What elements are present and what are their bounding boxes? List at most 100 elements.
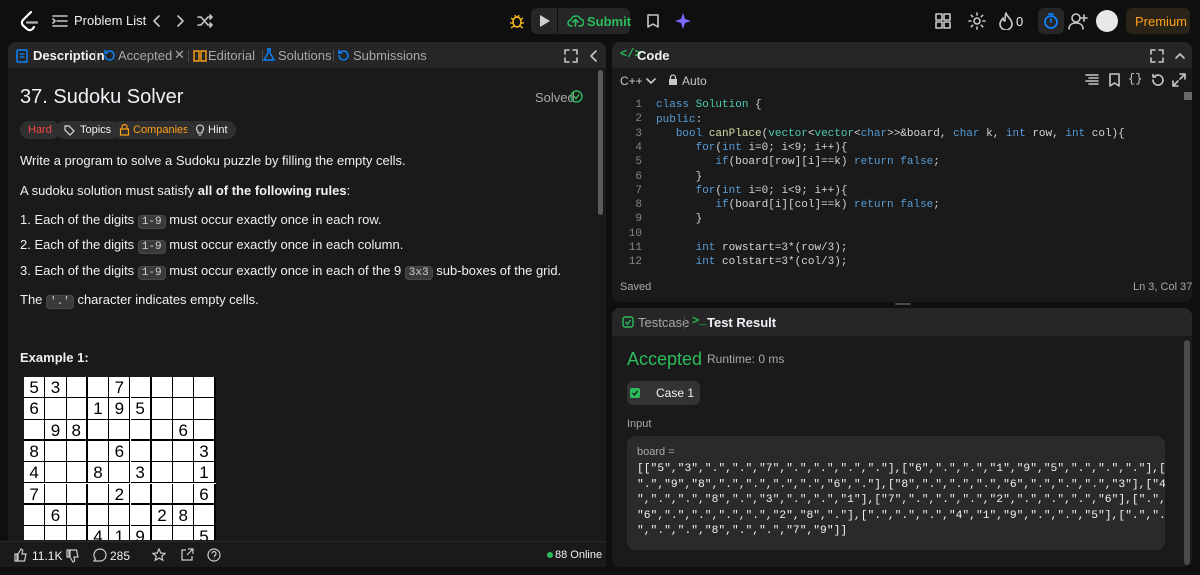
problem-list-icon[interactable] (52, 14, 68, 28)
sudoku-cell (173, 483, 195, 505)
sudoku-cell (151, 419, 174, 441)
expand-icon[interactable] (1172, 73, 1186, 87)
submit-button[interactable]: Submit (558, 8, 631, 34)
hint-tag[interactable]: Hint (187, 121, 236, 139)
input-line: ",".",".","8",".",".","7","9"]] (637, 525, 848, 537)
leetcode-logo-icon[interactable] (18, 9, 40, 33)
maximize-icon[interactable] (1150, 49, 1164, 63)
ai-sparkle-icon[interactable] (673, 11, 693, 31)
layout-icon[interactable] (935, 13, 951, 29)
sudoku-cell: 8 (66, 419, 88, 441)
sudoku-cell: 3 (45, 377, 67, 399)
sudoku-cell (87, 483, 110, 505)
bookmark-icon[interactable] (1109, 73, 1120, 87)
debug-icon[interactable] (508, 10, 526, 30)
code-line[interactable]: for(int i=0; i<9; i++){ (656, 142, 848, 154)
code-line[interactable]: int rowstart=3*(row/3); (656, 242, 848, 254)
settings-gear-icon[interactable] (968, 12, 986, 30)
language-select[interactable]: C++ (620, 74, 643, 88)
premium-button[interactable]: Premium (1126, 8, 1190, 34)
tab-solutions[interactable]: Solutions (278, 48, 331, 63)
run-button[interactable] (531, 8, 557, 34)
collapse-up-icon[interactable] (1174, 49, 1186, 63)
sudoku-cell (151, 462, 174, 484)
input-box: board = [["5","3",".",".","7",".",".",".… (627, 436, 1166, 550)
editor-scrollbar[interactable] (1184, 92, 1192, 100)
tab-divider (188, 50, 189, 62)
sudoku-cell: 3 (130, 462, 152, 484)
topics-tag[interactable]: Topics (56, 121, 120, 139)
code-line[interactable]: } (656, 213, 703, 225)
tab-submissions[interactable]: Submissions (353, 48, 427, 63)
sudoku-cell (45, 440, 67, 463)
sudoku-cell (151, 377, 174, 399)
sudoku-cell (66, 504, 88, 527)
top-nav-bar: Problem List Submit 0 Premium (0, 0, 1200, 42)
streak-fire-icon[interactable] (999, 12, 1013, 30)
saved-status: Saved (620, 281, 652, 293)
reset-icon[interactable] (1151, 73, 1165, 87)
sudoku-cell (130, 483, 152, 505)
sudoku-cell: 5 (130, 398, 152, 420)
history-icon (338, 49, 349, 61)
sudoku-cell (87, 440, 110, 463)
code-line[interactable]: } (656, 171, 703, 183)
code-tab-label[interactable]: Code (637, 48, 670, 63)
result-scrollbar[interactable] (1184, 340, 1190, 565)
description-scrollbar[interactable] (598, 70, 604, 215)
notes-icon[interactable] (645, 13, 661, 29)
chevron-down-icon[interactable] (646, 77, 656, 85)
resize-handle[interactable] (895, 303, 911, 305)
companies-label: Companies (133, 124, 189, 136)
code-line[interactable]: int colstart=3*(col/3); (656, 256, 848, 268)
share-icon[interactable] (180, 548, 194, 562)
code-line[interactable]: if(board[row][i]==k) return false; (656, 156, 939, 168)
lightbulb-icon (196, 124, 204, 136)
prev-problem-icon[interactable] (151, 14, 161, 28)
sudoku-cell (152, 526, 174, 540)
sudoku-cell (66, 462, 88, 484)
sudoku-cell (173, 440, 195, 463)
sudoku-cell: 6 (24, 398, 46, 420)
tab-editorial[interactable]: Editorial (208, 48, 255, 63)
dislike-thumb-icon[interactable] (66, 549, 80, 563)
tab-description[interactable]: Description (33, 48, 105, 63)
tab-accepted[interactable]: Accepted (118, 48, 172, 63)
next-problem-icon[interactable] (176, 14, 186, 28)
star-icon[interactable] (152, 548, 166, 562)
code-line[interactable]: class Solution { (656, 99, 762, 111)
maximize-icon[interactable] (564, 49, 578, 63)
problem-list-link[interactable]: Problem List (74, 13, 146, 28)
like-count: 11.1K (32, 549, 63, 563)
runtime-text: Runtime: 0 ms (707, 352, 785, 366)
like-thumb-icon[interactable] (14, 548, 28, 562)
comment-icon[interactable] (93, 548, 107, 562)
book-icon (193, 50, 207, 62)
add-friend-icon[interactable] (1068, 12, 1088, 30)
avatar[interactable] (1096, 10, 1118, 32)
companies-tag[interactable]: Companies (111, 121, 197, 139)
shuffle-icon[interactable] (197, 13, 213, 29)
line-number: 2 (635, 113, 642, 126)
code-line[interactable]: for(int i=0; i<9; i++){ (656, 185, 848, 197)
hint-label: Hint (208, 124, 228, 136)
cloud-upload-icon (567, 15, 584, 27)
tab-divider (95, 50, 96, 62)
format-icon[interactable] (1085, 74, 1099, 86)
tab-test-result[interactable]: Test Result (707, 315, 776, 330)
braces-icon[interactable]: {} (1128, 72, 1142, 86)
sudoku-cell (130, 419, 152, 441)
code-line[interactable]: bool canPlace(vector<vector<char>>&board… (656, 128, 1125, 140)
collapse-panel-icon[interactable] (588, 49, 598, 63)
sudoku-cell (67, 526, 88, 540)
code-line[interactable]: if(board[i][col]==k) return false; (656, 199, 939, 211)
timer-button[interactable] (1038, 8, 1064, 34)
case-1-tab[interactable]: Case 1 (627, 381, 700, 405)
input-label: Input (627, 418, 652, 430)
tab-testcase[interactable]: Testcase (638, 315, 689, 330)
line-number: 1 (635, 99, 642, 111)
close-tab-icon[interactable]: ✕ (174, 47, 185, 63)
code-line[interactable]: public: (656, 114, 702, 126)
autocomplete-mode[interactable]: Auto (682, 74, 707, 88)
help-icon[interactable] (207, 548, 221, 562)
